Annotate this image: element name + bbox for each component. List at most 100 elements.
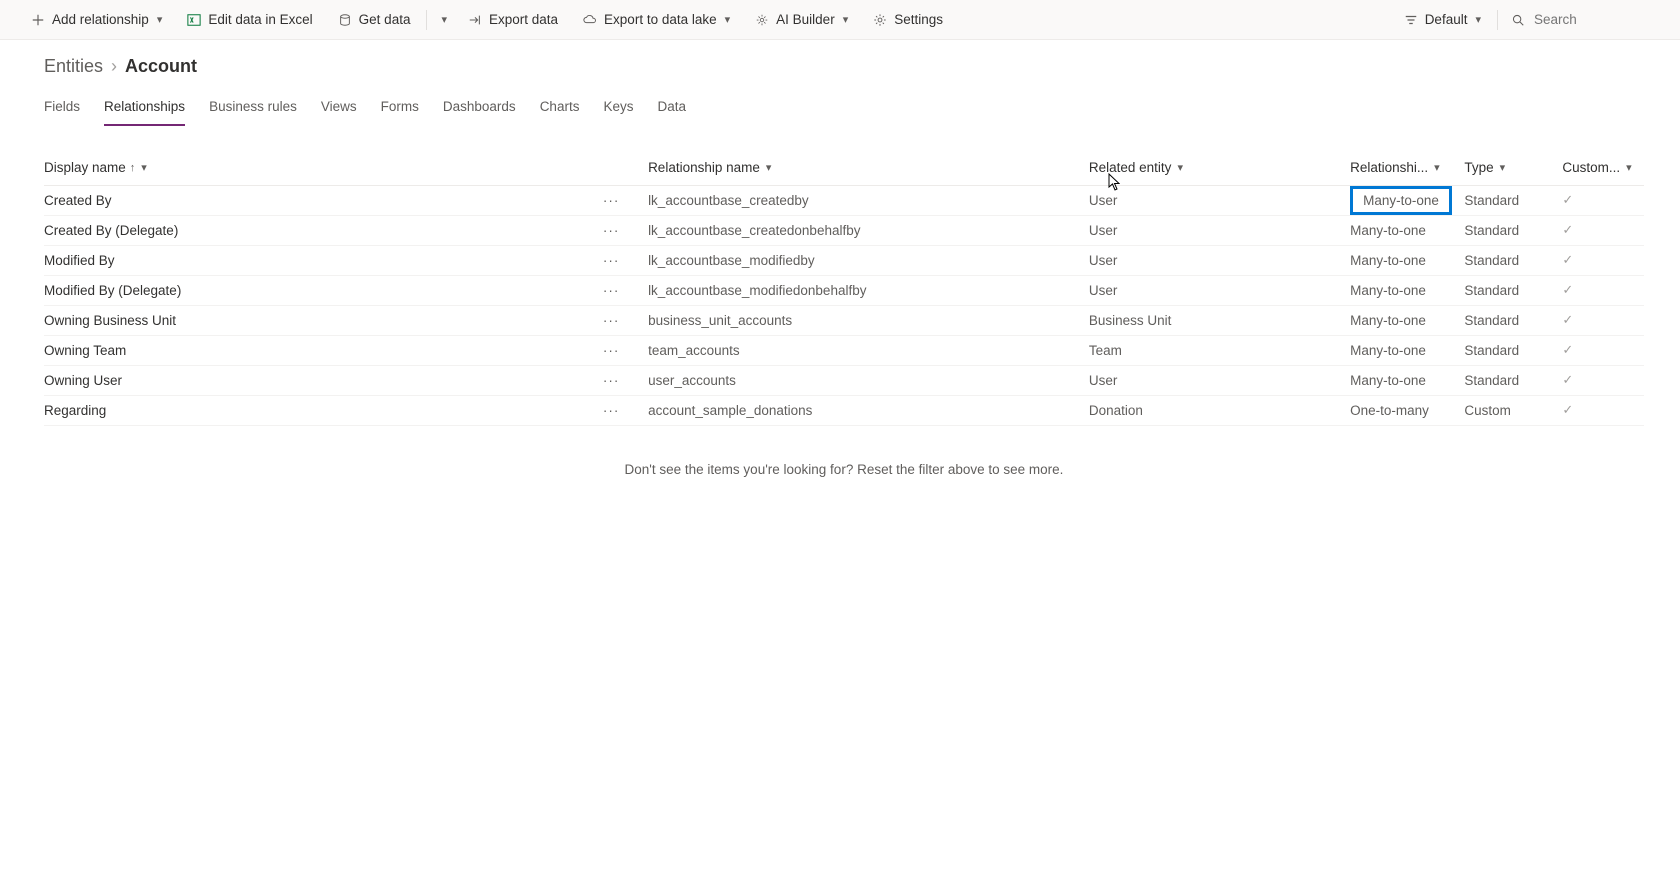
column-display-name[interactable]: Display name ↑ ▾ (44, 151, 599, 185)
row-actions: ··· (599, 215, 648, 245)
chevron-down-icon: ▾ (141, 161, 147, 174)
chevron-down-icon: ▾ (1626, 161, 1632, 174)
row-actions: ··· (599, 275, 648, 305)
cell-related-entity: Team (1089, 335, 1350, 365)
view-default-label: Default (1425, 12, 1468, 27)
cell-display-name[interactable]: Modified By (44, 245, 599, 275)
ai-icon (754, 12, 770, 28)
cell-customizable: ✓ (1562, 215, 1644, 245)
excel-icon (186, 12, 202, 28)
tabs: Fields Relationships Business rules Views Fo… (44, 95, 1644, 127)
cell-display-name[interactable]: Owning Team (44, 335, 599, 365)
tab-keys[interactable]: Keys (603, 95, 633, 126)
search-box[interactable] (1504, 12, 1660, 28)
table-row[interactable]: Created By (Delegate)··· lk_accountbase_c… (44, 215, 1644, 245)
cell-type: Standard (1464, 305, 1562, 335)
tab-data[interactable]: Data (657, 95, 686, 126)
cell-relationship-type: Many-to-one (1350, 305, 1464, 335)
separator (426, 10, 427, 30)
row-actions: ··· (599, 335, 648, 365)
cell-relationship-name: lk_accountbase_modifiedonbehalfby (648, 275, 1089, 305)
view-selector-button[interactable]: Default ▾ (1393, 4, 1491, 36)
column-relationship-name[interactable]: Relationship name ▾ (648, 151, 1089, 185)
get-data-button[interactable]: Get data (327, 4, 421, 36)
row-actions: ··· (599, 305, 648, 335)
cell-relationship-name: lk_accountbase_modifiedby (648, 245, 1089, 275)
sort-ascending-icon: ↑ (130, 162, 136, 174)
column-relationship-type-label: Relationshi... (1350, 160, 1428, 175)
cell-related-entity: User (1089, 365, 1350, 395)
cell-relationship-type: One-to-many (1350, 395, 1464, 425)
export-lake-button[interactable]: Export to data lake ▾ (572, 4, 740, 36)
column-related-entity[interactable]: Related entity ▾ (1089, 151, 1350, 185)
cell-display-name[interactable]: Created By (44, 185, 599, 215)
chevron-down-icon: ▾ (766, 161, 772, 174)
more-actions-button[interactable]: ··· (599, 313, 623, 328)
tab-business-rules[interactable]: Business rules (209, 95, 297, 126)
cell-relationship-type: Many-to-one (1350, 275, 1464, 305)
table-row[interactable]: Modified By··· lk_accountbase_modifiedbyU… (44, 245, 1644, 275)
cell-customizable: ✓ (1562, 305, 1644, 335)
cell-display-name[interactable]: Owning Business Unit (44, 305, 599, 335)
chevron-down-icon: ▾ (1177, 161, 1183, 174)
table-row[interactable]: Owning User···user_accountsUserMany-to-o… (44, 365, 1644, 395)
more-actions-button[interactable]: ··· (599, 343, 623, 358)
tab-fields[interactable]: Fields (44, 95, 80, 126)
cell-relationship-name: team_accounts (648, 335, 1089, 365)
cell-related-entity: User (1089, 185, 1350, 215)
chevron-down-icon: ▾ (1434, 161, 1440, 174)
table-row[interactable]: Modified By (Delegate)··· lk_accountbase_… (44, 275, 1644, 305)
tab-charts[interactable]: Charts (540, 95, 580, 126)
cell-display-name[interactable]: Owning User (44, 365, 599, 395)
settings-button[interactable]: Settings (862, 4, 953, 36)
database-icon (337, 12, 353, 28)
search-input[interactable] (1534, 12, 1654, 27)
table-row[interactable]: Created By···lk_accountbase_createdbyUse… (44, 185, 1644, 215)
ai-builder-button[interactable]: AI Builder ▾ (744, 4, 858, 36)
export-data-button[interactable]: Export data (457, 4, 568, 36)
edit-excel-label: Edit data in Excel (208, 12, 312, 27)
more-actions-button[interactable]: ··· (599, 253, 623, 268)
edit-excel-button[interactable]: Edit data in Excel (176, 4, 322, 36)
cell-relationship-name: business_unit_accounts (648, 305, 1089, 335)
cell-related-entity: User (1089, 245, 1350, 275)
tab-forms[interactable]: Forms (381, 95, 419, 126)
table-row[interactable]: Owning Team··· team_accountsTeamMany-to-o… (44, 335, 1644, 365)
more-actions-button[interactable]: ··· (599, 283, 623, 298)
chevron-down-icon: ▾ (725, 13, 731, 26)
cell-customizable: ✓ (1562, 335, 1644, 365)
add-relationship-button[interactable]: Add relationship ▾ (20, 4, 172, 36)
relationships-table: Display name ↑ ▾ Relationship name ▾ Rel… (44, 151, 1644, 426)
column-type[interactable]: Type ▾ (1464, 151, 1562, 185)
check-icon: ✓ (1562, 252, 1573, 267)
tab-dashboards[interactable]: Dashboards (443, 95, 516, 126)
search-icon (1510, 12, 1526, 28)
plus-icon (30, 12, 46, 28)
table-row[interactable]: Regarding···account_sample_donationsDona… (44, 395, 1644, 425)
cell-display-name[interactable]: Modified By (Delegate) (44, 275, 599, 305)
cell-relationship-type: Many-to-one (1350, 335, 1464, 365)
breadcrumb-entities[interactable]: Entities (44, 56, 103, 77)
column-customizable-label: Custom... (1562, 160, 1620, 175)
column-relationship-type[interactable]: Relationshi... ▾ (1350, 151, 1464, 185)
cell-display-name[interactable]: Created By (Delegate) (44, 215, 599, 245)
tab-relationships[interactable]: Relationships (104, 95, 185, 126)
check-icon: ✓ (1562, 192, 1573, 207)
table-row[interactable]: Owning Business Unit··· business_unit_acc… (44, 305, 1644, 335)
more-actions-button[interactable]: ··· (599, 223, 623, 238)
cell-relationship-name: lk_accountbase_createdonbehalfby (648, 215, 1089, 245)
cell-display-name[interactable]: Regarding (44, 395, 599, 425)
page-header: Entities › Account Fields Relationships Bu… (0, 40, 1680, 127)
chevron-down-icon: ▾ (441, 13, 447, 26)
row-actions: ··· (599, 245, 648, 275)
filter-hint-message: Don't see the items you're looking for? … (44, 426, 1644, 513)
tab-views[interactable]: Views (321, 95, 357, 126)
cloud-icon (582, 12, 598, 28)
more-actions-button[interactable]: ··· (599, 403, 623, 418)
column-customizable[interactable]: Custom... ▾ (1562, 151, 1644, 185)
chevron-down-icon: ▾ (1500, 161, 1506, 174)
get-data-dropdown[interactable]: ▾ (433, 4, 453, 36)
breadcrumb: Entities › Account (44, 56, 1644, 77)
more-actions-button[interactable]: ··· (599, 193, 623, 208)
more-actions-button[interactable]: ··· (599, 373, 623, 388)
